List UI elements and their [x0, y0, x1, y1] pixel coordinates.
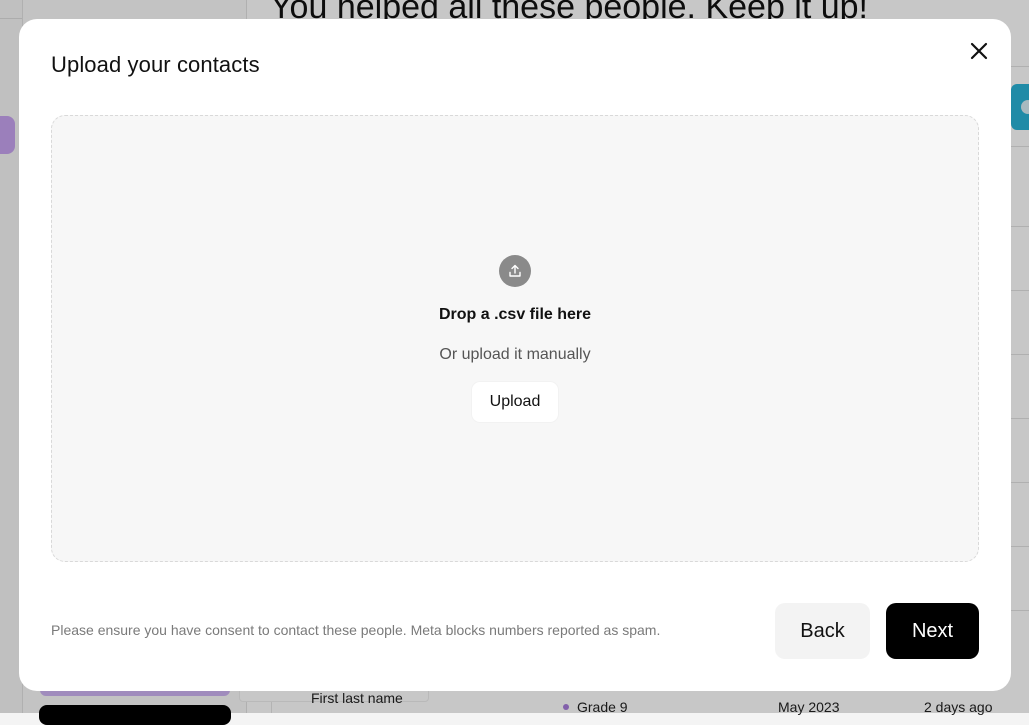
consent-notice: Please ensure you have consent to contac… — [51, 622, 661, 638]
dropzone-title: Drop a .csv file here — [438, 306, 592, 323]
upload-icon — [499, 255, 531, 287]
upload-contacts-dialog: Upload your contacts Drop a .csv file he… — [19, 19, 1011, 691]
back-button[interactable]: Back — [775, 603, 870, 659]
upload-button[interactable]: Upload — [472, 382, 558, 422]
dialog-title: Upload your contacts — [51, 52, 260, 77]
csv-dropzone[interactable]: Drop a .csv file here Or upload it manua… — [51, 115, 979, 562]
next-button[interactable]: Next — [886, 603, 979, 659]
dropzone-subtitle: Or upload it manually — [439, 346, 591, 363]
close-button[interactable] — [967, 39, 991, 63]
close-icon — [970, 42, 988, 60]
